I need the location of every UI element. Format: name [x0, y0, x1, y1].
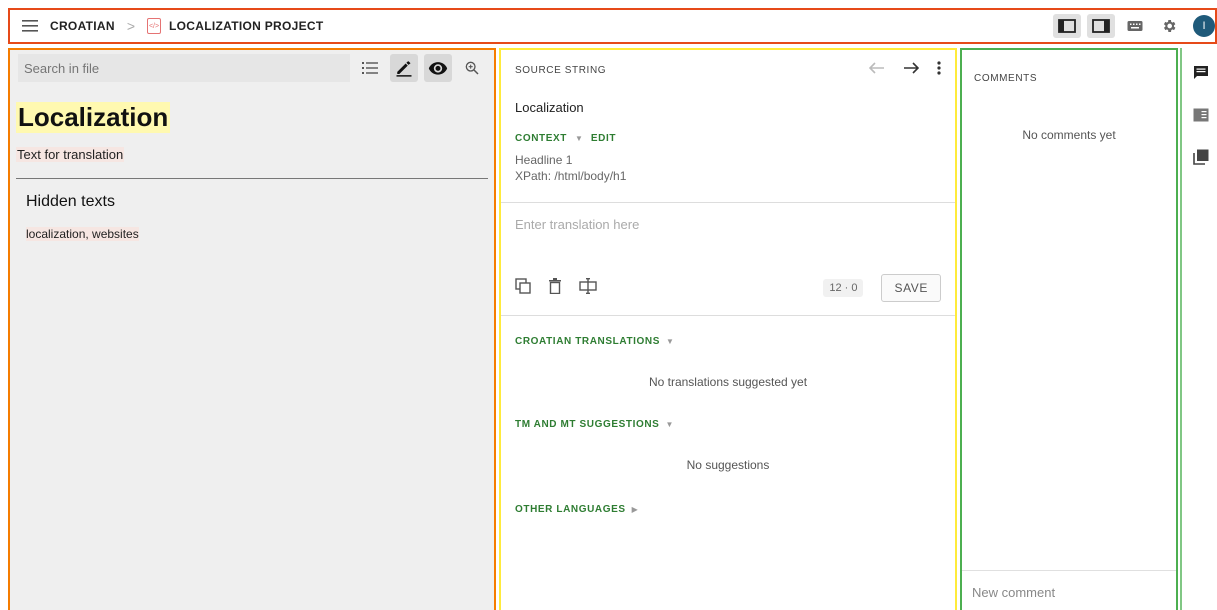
- next-string-arrow-icon[interactable]: [903, 61, 920, 79]
- breadcrumb-language[interactable]: CROATIAN: [50, 19, 115, 33]
- context-edit-link[interactable]: EDIT: [591, 133, 616, 144]
- settings-gear-icon[interactable]: [1155, 14, 1183, 38]
- character-count-badge: 12 · 0: [823, 279, 864, 297]
- editor-preview-panel: Localization Text for translation Hidden…: [8, 48, 496, 610]
- hamburger-menu-icon[interactable]: [10, 10, 50, 42]
- clear-delete-icon[interactable]: [549, 277, 561, 299]
- other-languages-caret-icon[interactable]: ▶: [632, 505, 638, 514]
- context-line: Headline 1: [515, 153, 573, 167]
- top-bar: CROATIAN > </> LOCALIZATION PROJECT I: [8, 8, 1217, 44]
- edit-pencil-icon[interactable]: [390, 54, 418, 82]
- user-avatar[interactable]: I: [1193, 15, 1215, 37]
- resize-input-icon[interactable]: [579, 277, 597, 299]
- zoom-in-icon[interactable]: [458, 54, 486, 82]
- copy-source-icon[interactable]: [515, 277, 531, 299]
- tm-mt-suggestions-toggle[interactable]: TM AND MT SUGGESTIONS: [515, 419, 659, 430]
- html-file-icon: </>: [147, 18, 162, 34]
- breadcrumb-separator: >: [126, 18, 136, 34]
- source-string-text: Localization: [515, 100, 584, 115]
- translations-caret-icon[interactable]: ▼: [666, 337, 674, 346]
- croatian-translations-toggle[interactable]: CROATIAN TRANSLATIONS: [515, 336, 660, 347]
- breadcrumb-project[interactable]: LOCALIZATION PROJECT: [169, 19, 323, 33]
- previous-string-arrow-icon[interactable]: [868, 61, 885, 79]
- context-line: XPath: /html/body/h1: [515, 169, 627, 183]
- comments-title: COMMENTS: [974, 73, 1038, 84]
- keyboard-icon[interactable]: [1121, 14, 1149, 38]
- suggestions-caret-icon[interactable]: ▼: [665, 420, 673, 429]
- right-panel-layout-icon[interactable]: [1087, 14, 1115, 38]
- history-tab-icon[interactable]: [1182, 136, 1217, 178]
- hidden-text-value[interactable]: localization, websites: [26, 227, 139, 241]
- suggestions-empty-message: No suggestions: [686, 458, 770, 472]
- translation-input[interactable]: Enter translation here: [501, 203, 955, 271]
- comments-panel: COMMENTS No comments yet New comment: [960, 48, 1178, 610]
- context-toggle[interactable]: CONTEXT: [515, 133, 567, 144]
- preview-eye-icon[interactable]: [424, 54, 452, 82]
- list-view-icon[interactable]: [356, 54, 384, 82]
- hidden-texts-title: Hidden texts: [26, 193, 115, 210]
- search-in-file-input[interactable]: [18, 54, 350, 82]
- new-comment-input[interactable]: New comment: [962, 570, 1176, 610]
- comments-tab-icon[interactable]: [1182, 52, 1217, 94]
- context-caret-icon[interactable]: ▼: [575, 134, 583, 143]
- other-languages-toggle[interactable]: OTHER LANGUAGES: [515, 504, 626, 515]
- comments-empty-message: No comments yet: [1022, 128, 1116, 142]
- translations-empty-message: No translations suggested yet: [648, 375, 808, 389]
- save-button[interactable]: SAVE: [881, 274, 941, 302]
- right-side-rail: [1180, 48, 1217, 610]
- more-options-icon[interactable]: [937, 60, 941, 80]
- preview-divider: [16, 178, 488, 179]
- source-string-panel: SOURCE STRING Localization CONTEXT ▼ EDI…: [499, 48, 957, 610]
- preview-subtext[interactable]: Text for translation: [16, 147, 125, 162]
- glossary-tab-icon[interactable]: [1182, 94, 1217, 136]
- left-panel-layout-icon[interactable]: [1053, 14, 1081, 38]
- preview-heading[interactable]: Localization: [16, 102, 171, 133]
- source-string-label: SOURCE STRING: [515, 64, 607, 76]
